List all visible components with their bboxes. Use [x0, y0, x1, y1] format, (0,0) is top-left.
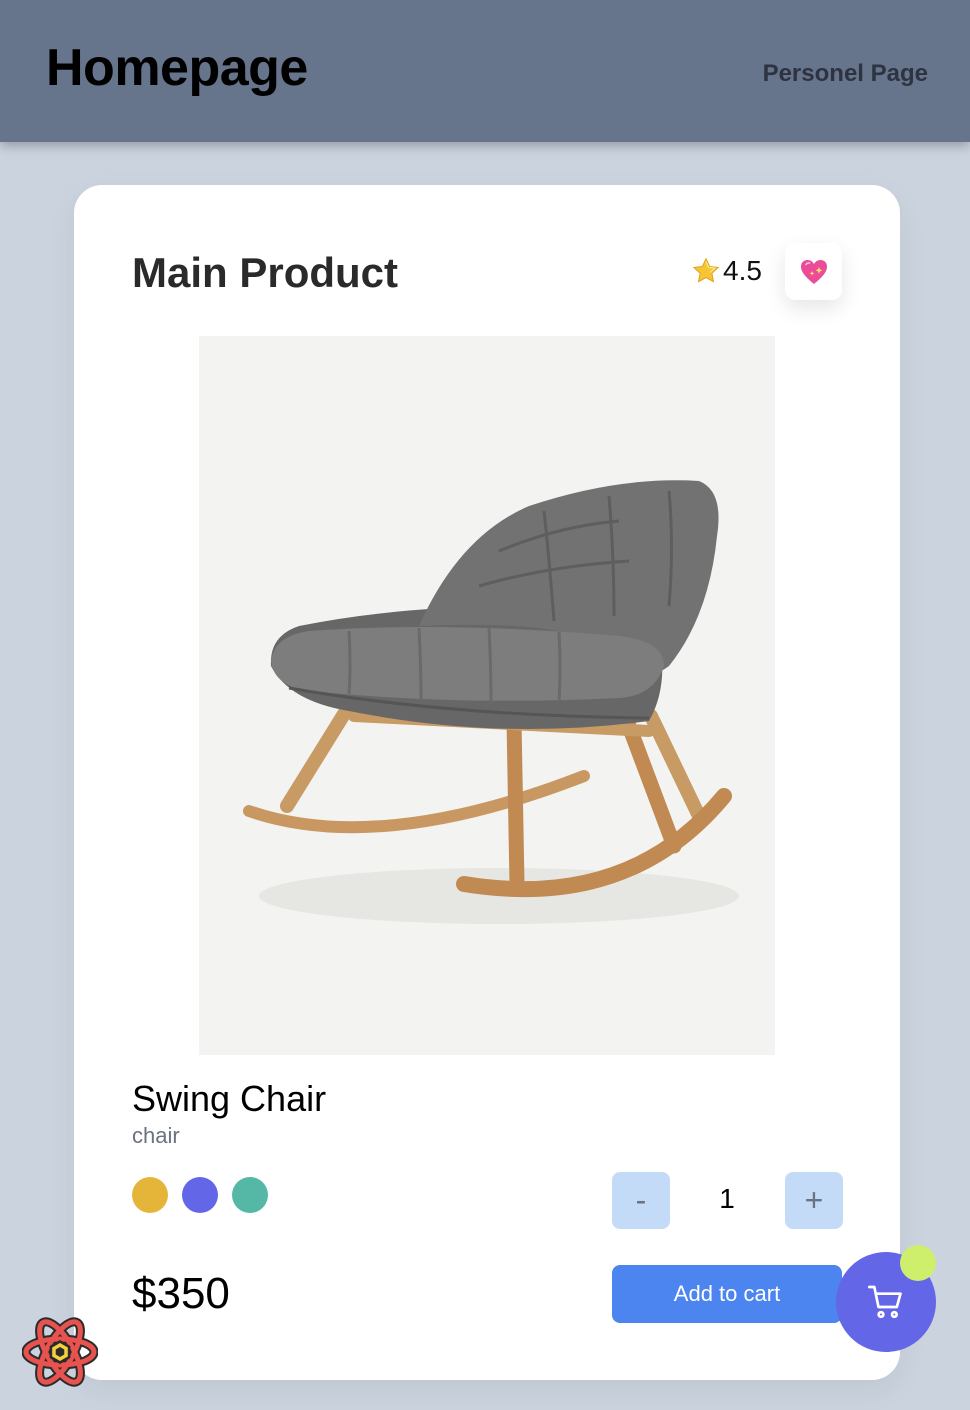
app-header: Homepage Personel Page	[0, 0, 970, 142]
add-to-cart-button[interactable]: Add to cart	[612, 1265, 842, 1323]
devtools-logo-icon[interactable]	[21, 1316, 99, 1388]
sparkling-heart-icon	[800, 259, 827, 284]
product-card: Main Product 4.5 Swing Chair chair - 1 +…	[74, 185, 900, 1380]
star-icon	[692, 257, 720, 283]
rocking-chair-image	[243, 480, 739, 924]
rating-value: 4.5	[723, 255, 762, 286]
product-image	[199, 336, 775, 1055]
product-rating: 4.5	[691, 255, 762, 287]
increment-button[interactable]: +	[785, 1172, 843, 1229]
color-swatch-yellow[interactable]	[132, 1177, 168, 1213]
product-price: $350	[132, 1269, 230, 1318]
product-category: chair	[132, 1123, 180, 1148]
product-name: Swing Chair	[132, 1078, 327, 1119]
decrement-button[interactable]: -	[612, 1172, 670, 1229]
product-section-title: Main Product	[132, 249, 399, 296]
shopping-cart-icon	[868, 1285, 902, 1319]
color-swatch-teal[interactable]	[232, 1177, 268, 1213]
page-title: Homepage	[46, 39, 308, 97]
favorite-button[interactable]	[785, 243, 842, 300]
quantity-value: 1	[719, 1183, 735, 1214]
cart-badge	[900, 1245, 936, 1281]
personel-page-link[interactable]: Personel Page	[763, 60, 928, 88]
color-swatch-purple[interactable]	[182, 1177, 218, 1213]
